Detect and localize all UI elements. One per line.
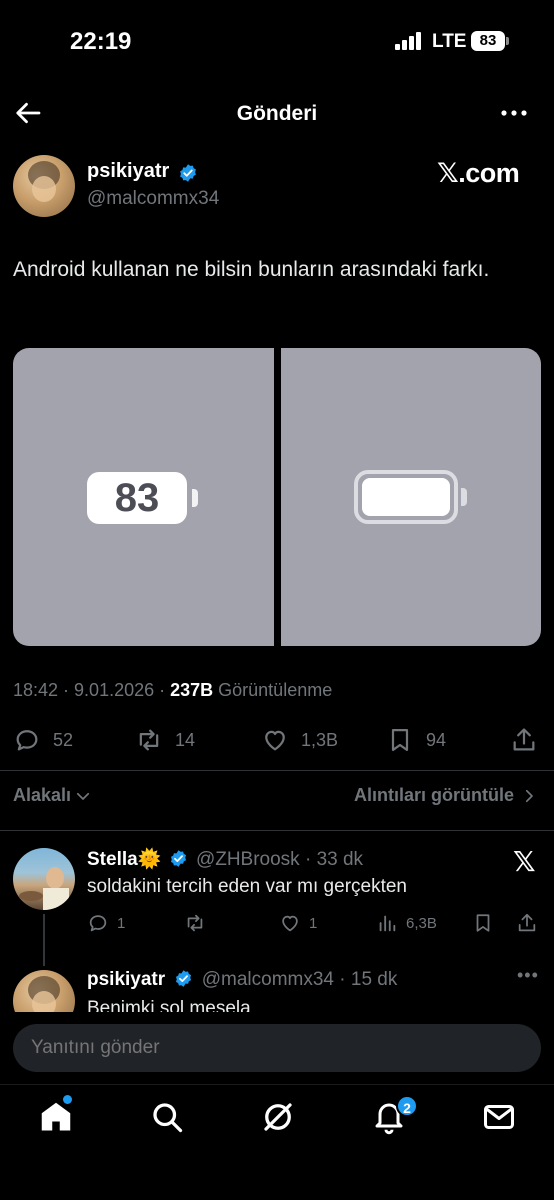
notifications-badge: 2 bbox=[396, 1095, 418, 1117]
more-horizontal-icon[interactable] bbox=[498, 98, 530, 128]
views-count[interactable]: 237B bbox=[170, 680, 213, 700]
bookmark-icon bbox=[476, 914, 490, 932]
page-title: Gönderi bbox=[236, 102, 318, 125]
views-label: Görüntülenme bbox=[213, 680, 333, 700]
reply-time: · 33 dk bbox=[304, 849, 364, 870]
verified-badge-icon bbox=[176, 970, 192, 987]
quotes-label: Alıntıları görüntüle bbox=[354, 785, 514, 805]
reply-bookmark-button[interactable] bbox=[472, 909, 502, 937]
x-logo-icon: 𝕏 bbox=[513, 846, 536, 877]
post-meta: 18:42 · 9.01.2026 · 237B Görüntülenme bbox=[13, 680, 332, 701]
post-text: Android kullanan ne bilsin bunların aras… bbox=[13, 258, 490, 281]
more-horizontal-icon[interactable]: ••• bbox=[517, 965, 539, 986]
share-icon bbox=[513, 728, 535, 751]
battery-cap-right bbox=[461, 488, 467, 506]
repost-icon bbox=[187, 914, 203, 932]
media-image-right[interactable] bbox=[281, 348, 541, 646]
battery-cap bbox=[506, 37, 509, 45]
battery-icon: 83 bbox=[471, 31, 505, 51]
home-icon[interactable] bbox=[38, 1099, 74, 1135]
repost-button[interactable]: 14 bbox=[135, 722, 195, 758]
like-count: 1,3B bbox=[301, 729, 339, 750]
reply-reply-button[interactable]: 1 bbox=[87, 909, 125, 937]
repost-count: 14 bbox=[175, 729, 196, 750]
author-handle[interactable]: @malcommx34 bbox=[87, 188, 219, 210]
share-button[interactable] bbox=[510, 722, 550, 758]
reply-like-count: 1 bbox=[309, 914, 318, 932]
battery-plain-image bbox=[354, 470, 458, 524]
author-name[interactable]: psikiyatr bbox=[87, 160, 169, 183]
post-timestamp: 18:42 · 9.01.2026 · bbox=[13, 680, 171, 700]
repost-icon bbox=[139, 729, 159, 751]
reply-count: 52 bbox=[53, 729, 74, 750]
top-nav: Gönderi bbox=[0, 84, 554, 146]
analytics-icon bbox=[379, 915, 396, 932]
reply-author-name[interactable]: Stella bbox=[87, 849, 138, 870]
reply-author-handle[interactable]: @malcommx34 bbox=[202, 969, 334, 990]
chevron-down-icon bbox=[76, 792, 90, 800]
post-actions: 52 14 1,3B 94 bbox=[0, 722, 554, 758]
status-bar: 22:19 LTE 83 bbox=[0, 0, 554, 84]
reply-views-count: 6,3B bbox=[406, 914, 437, 932]
battery-percentage-image: 83 bbox=[87, 472, 187, 524]
reply-avatar[interactable] bbox=[13, 848, 75, 910]
view-quotes-link[interactable]: Alıntıları görüntüle bbox=[354, 785, 538, 806]
reply-author-name[interactable]: psikiyatr bbox=[87, 969, 165, 990]
bookmark-count: 94 bbox=[426, 729, 447, 750]
divider bbox=[0, 830, 554, 831]
status-time: 22:19 bbox=[70, 28, 132, 55]
divider bbox=[0, 770, 554, 771]
signal-icon bbox=[395, 32, 423, 50]
search-icon[interactable] bbox=[149, 1099, 185, 1135]
battery-cap-left bbox=[192, 489, 198, 507]
reply-author-handle[interactable]: @ZHBroosk bbox=[196, 849, 300, 870]
reply-repost-button[interactable] bbox=[184, 909, 214, 937]
share-icon bbox=[518, 913, 536, 932]
reply-icon bbox=[16, 730, 38, 751]
reply-button[interactable]: 52 bbox=[13, 722, 73, 758]
reply-share-button[interactable] bbox=[516, 909, 546, 937]
network-type: LTE bbox=[432, 31, 467, 52]
reply-header: psikiyatr @malcommx34 · 15 dk bbox=[87, 969, 397, 991]
heart-icon bbox=[282, 915, 298, 932]
reply-composer-input[interactable] bbox=[13, 1024, 541, 1072]
reply-header: Stella🌞 @ZHBroosk · 33 dk bbox=[87, 847, 363, 871]
author-avatar[interactable] bbox=[13, 155, 75, 217]
reply-reply-count: 1 bbox=[117, 914, 126, 932]
reply-time: · 15 dk bbox=[339, 969, 398, 990]
sun-emoji: 🌞 bbox=[137, 849, 162, 870]
sort-dropdown[interactable]: Alakalı bbox=[13, 785, 92, 806]
reply-icon bbox=[89, 915, 107, 932]
post-media[interactable]: 83 bbox=[13, 348, 541, 646]
x-com-logo: 𝕏.com bbox=[437, 158, 520, 188]
bookmark-button[interactable]: 94 bbox=[386, 722, 446, 758]
messages-envelope-icon[interactable] bbox=[481, 1099, 517, 1135]
chevron-right-icon bbox=[525, 789, 533, 802]
heart-icon bbox=[265, 730, 285, 751]
verified-badge-icon bbox=[170, 850, 186, 867]
sort-label: Alakalı bbox=[13, 785, 72, 805]
like-button[interactable]: 1,3B bbox=[261, 722, 338, 758]
home-unread-dot bbox=[63, 1095, 72, 1104]
media-image-left[interactable]: 83 bbox=[13, 348, 274, 646]
grok-icon[interactable] bbox=[260, 1099, 296, 1135]
bottom-tab-bar: 2 bbox=[0, 1084, 554, 1200]
verified-badge-icon bbox=[180, 164, 196, 182]
reply-like-button[interactable]: 1 bbox=[279, 909, 317, 937]
thread-line bbox=[43, 914, 45, 966]
reply-views-button[interactable]: 6,3B bbox=[376, 909, 437, 937]
bookmark-icon bbox=[391, 728, 409, 752]
reply-text: soldakini tercih eden var mı gerçekten bbox=[87, 876, 407, 897]
